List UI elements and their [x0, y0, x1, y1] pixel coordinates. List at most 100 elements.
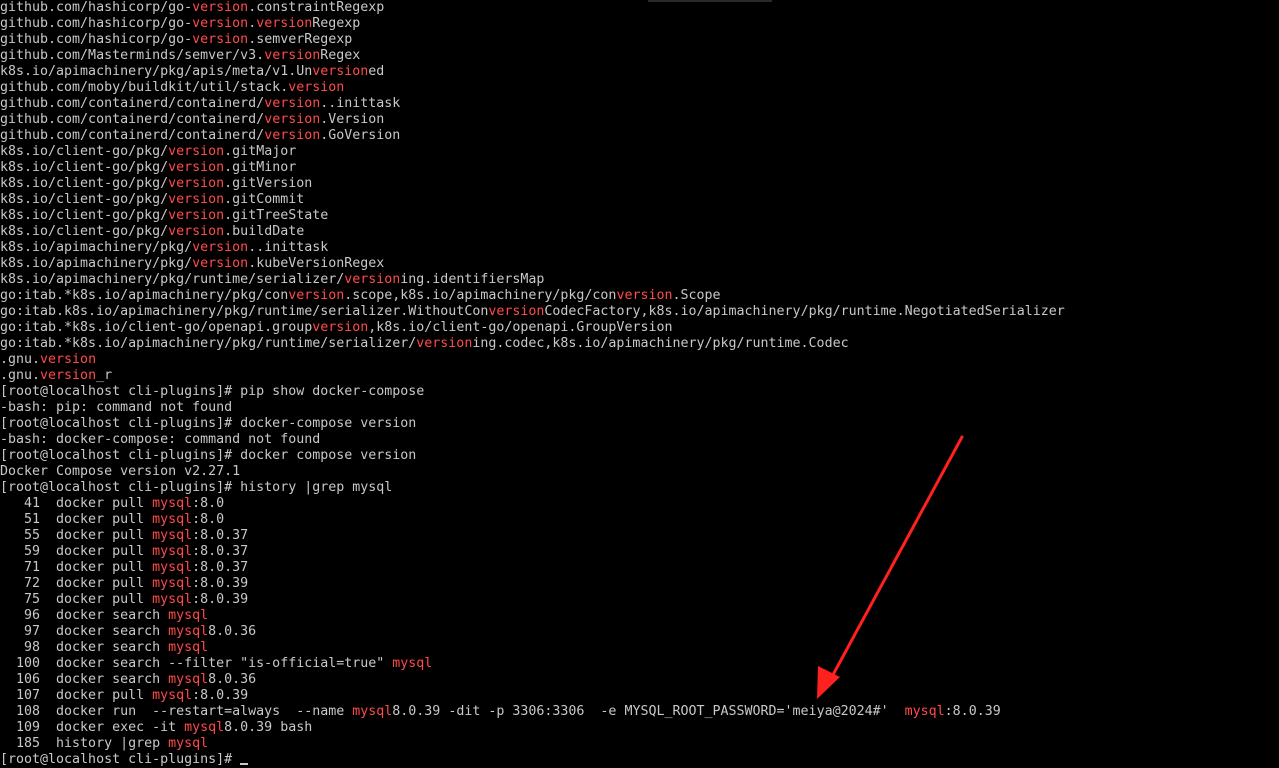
terminal-text: 8.0.36	[208, 624, 257, 639]
terminal-text: go:itab.k8s.io/apimachinery/pkg/runtime/…	[0, 304, 489, 319]
grep-match-highlight: version	[264, 96, 321, 111]
terminal-text: .gitCommit	[224, 192, 305, 207]
terminal-text: :8.0.39	[944, 704, 1001, 719]
terminal-text: .kubeVersionRegex	[248, 256, 385, 271]
terminal-line: [root@localhost cli-plugins]# docker-com…	[0, 416, 1065, 432]
terminal-text: github.com/moby/buildkit/util/stack.	[0, 80, 289, 95]
terminal-text: .GoVersion	[320, 128, 401, 143]
terminal-line: github.com/hashicorp/go-version.constrai…	[0, 0, 1065, 16]
terminal-output: github.com/hashicorp/go-version.constrai…	[0, 0, 1065, 768]
grep-match-highlight: mysql	[152, 496, 193, 511]
terminal-text: Docker Compose version v2.27.1	[0, 464, 241, 479]
terminal-line: 97 docker search mysql8.0.36	[0, 624, 1065, 640]
terminal-text: go:itab.*k8s.io/apimachinery/pkg/con	[0, 288, 289, 303]
terminal-text: -bash: pip: command not found	[0, 400, 233, 415]
terminal-text: ..inittask	[248, 240, 329, 255]
terminal-text: 51 docker pull	[0, 512, 153, 527]
terminal-line: 72 docker pull mysql:8.0.39	[0, 576, 1065, 592]
grep-match-highlight: mysql	[168, 672, 209, 687]
terminal-text: k8s.io/client-go/pkg/	[0, 176, 169, 191]
grep-match-highlight: version	[192, 32, 249, 47]
terminal-text: [root@localhost cli-plugins]#	[0, 752, 241, 767]
grep-match-highlight: version	[616, 288, 673, 303]
grep-match-highlight: mysql	[152, 544, 193, 559]
terminal-text: [root@localhost cli-plugins]# history |g…	[0, 480, 393, 495]
grep-match-highlight: version	[168, 144, 225, 159]
terminal-line: github.com/containerd/containerd/version…	[0, 112, 1065, 128]
terminal-text: 72 docker pull	[0, 576, 153, 591]
grep-match-highlight: mysql	[168, 640, 209, 655]
grep-match-highlight: version	[264, 48, 321, 63]
terminal-text: go:itab.*k8s.io/client-go/openapi.group	[0, 320, 313, 335]
terminal-text: 97 docker search	[0, 624, 169, 639]
terminal-text: github.com/Masterminds/semver/v3.	[0, 48, 265, 63]
terminal-line: k8s.io/client-go/pkg/version.buildDate	[0, 224, 1065, 240]
terminal-text: :8.0	[192, 496, 225, 511]
terminal-line: github.com/hashicorp/go-version.semverRe…	[0, 32, 1065, 48]
terminal-line: github.com/containerd/containerd/version…	[0, 96, 1065, 112]
grep-match-highlight: version	[192, 0, 249, 15]
terminal-text: github.com/containerd/containerd/	[0, 128, 265, 143]
terminal-window[interactable]: github.com/hashicorp/go-version.constrai…	[0, 0, 1279, 768]
grep-match-highlight: version	[264, 128, 321, 143]
terminal-text: ..inittask	[320, 96, 401, 111]
terminal-line: [root@localhost cli-plugins]# history |g…	[0, 480, 1065, 496]
terminal-text: go:itab.*k8s.io/apimachinery/pkg/runtime…	[0, 336, 417, 351]
terminal-text: 75 docker pull	[0, 592, 153, 607]
grep-match-highlight: mysql	[152, 560, 193, 575]
terminal-line: 98 docker search mysql	[0, 640, 1065, 656]
terminal-text: ed	[368, 64, 385, 79]
terminal-text: :8.0.37	[192, 544, 249, 559]
grep-match-highlight: version	[344, 272, 401, 287]
grep-match-highlight: version	[264, 112, 321, 127]
terminal-text: .Scope	[672, 288, 721, 303]
terminal-line: k8s.io/client-go/pkg/version.gitVersion	[0, 176, 1065, 192]
terminal-line: k8s.io/client-go/pkg/version.gitMajor	[0, 144, 1065, 160]
terminal-line: k8s.io/apimachinery/pkg/version..inittas…	[0, 240, 1065, 256]
grep-match-highlight: mysql	[152, 528, 193, 543]
terminal-line: .gnu.version_r	[0, 368, 1065, 384]
terminal-text: k8s.io/apimachinery/pkg/	[0, 256, 193, 271]
terminal-text: 71 docker pull	[0, 560, 153, 575]
terminal-text: Regex	[320, 48, 361, 63]
grep-match-highlight: version	[192, 256, 249, 271]
terminal-line: go:itab.*k8s.io/apimachinery/pkg/con vers…	[0, 288, 1065, 304]
terminal-line: go:itab.*k8s.io/apimachinery/pkg/runtime…	[0, 336, 1065, 352]
terminal-line: 106 docker search mysql8.0.36	[0, 672, 1065, 688]
terminal-line: 59 docker pull mysql:8.0.37	[0, 544, 1065, 560]
terminal-text: 41 docker pull	[0, 496, 153, 511]
grep-match-highlight: mysql	[392, 656, 433, 671]
terminal-line: .gnu.version	[0, 352, 1065, 368]
terminal-text: :8.0.39	[192, 688, 249, 703]
grep-match-highlight: version	[288, 80, 345, 95]
terminal-text: :8.0.37	[192, 528, 249, 543]
terminal-text: .gitMinor	[224, 160, 297, 175]
terminal-text: k8s.io/client-go/pkg/	[0, 144, 169, 159]
grep-match-highlight: version	[312, 320, 369, 335]
terminal-text: :8.0.37	[192, 560, 249, 575]
grep-match-highlight: version	[312, 64, 369, 79]
terminal-text: k8s.io/client-go/pkg/	[0, 224, 169, 239]
grep-match-highlight: version	[168, 176, 225, 191]
terminal-text: [root@localhost cli-plugins]# pip show d…	[0, 384, 425, 399]
terminal-text: .Version	[320, 112, 385, 127]
terminal-text: 185 history |grep	[0, 736, 169, 751]
terminal-text: 8.0.36	[208, 672, 257, 687]
terminal-line: 51 docker pull mysql:8.0	[0, 512, 1065, 528]
terminal-text: ,k8s.io/client-go/openapi.GroupVersion	[368, 320, 673, 335]
terminal-line: [root@localhost cli-plugins]# docker com…	[0, 448, 1065, 464]
terminal-line: 75 docker pull mysql:8.0.39	[0, 592, 1065, 608]
terminal-line: -bash: pip: command not found	[0, 400, 1065, 416]
terminal-line: k8s.io/apimachinery/pkg/version.kubeVers…	[0, 256, 1065, 272]
terminal-text: 108 docker run --restart=always --name	[0, 704, 353, 719]
terminal-line: 55 docker pull mysql:8.0.37	[0, 528, 1065, 544]
terminal-text: github.com/hashicorp/go-	[0, 0, 193, 15]
shell-prompt-line[interactable]: [root@localhost cli-plugins]#	[0, 752, 1065, 768]
terminal-text: .gitTreeState	[224, 208, 329, 223]
terminal-line: [root@localhost cli-plugins]# pip show d…	[0, 384, 1065, 400]
grep-match-highlight: mysql	[168, 624, 209, 639]
terminal-line: 100 docker search --filter "is-official=…	[0, 656, 1065, 672]
grep-match-highlight: version	[168, 208, 225, 223]
terminal-text: 98 docker search	[0, 640, 169, 655]
grep-match-highlight: mysql	[168, 608, 209, 623]
